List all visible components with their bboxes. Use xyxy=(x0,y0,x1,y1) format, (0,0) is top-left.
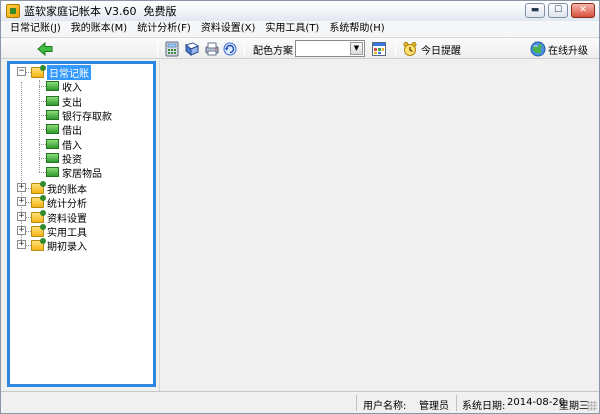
app-window: 蓝软家庭记帐本 V3.60 免费版 ▬ ☐ ✕ 日常记账(J) 我的账本(M) … xyxy=(0,0,600,414)
tree-node-label: 借入 xyxy=(62,140,82,152)
menu-my-ledger[interactable]: 我的账本(M) xyxy=(66,21,132,37)
tree-guide-line xyxy=(39,144,46,145)
tree-node-income[interactable]: 收入 xyxy=(46,79,82,94)
tree-node-label: 期初录入 xyxy=(47,241,87,253)
menu-statistics[interactable]: 统计分析(F) xyxy=(132,21,196,37)
tree-node-label: 收入 xyxy=(62,82,82,94)
tree-node-opening-entry[interactable]: 期初录入 xyxy=(31,237,87,253)
printer-icon[interactable] xyxy=(204,41,220,57)
tree-node-label: 银行存取款 xyxy=(62,111,112,123)
back-arrow-icon[interactable] xyxy=(37,41,53,57)
folder-icon xyxy=(31,194,46,208)
title-bar[interactable]: 蓝软家庭记帐本 V3.60 免费版 ▬ ☐ ✕ xyxy=(1,1,599,21)
tree-node-label: 我的账本 xyxy=(47,184,87,196)
folder-icon xyxy=(31,237,46,251)
tree-collapse-toggle[interactable]: − xyxy=(17,67,26,76)
calculator-icon[interactable] xyxy=(164,41,180,57)
status-bar: 用户名称: 管理员 系统日期: 2014-08-20 星期三 xyxy=(1,391,599,413)
tree-expand-toggle[interactable]: + xyxy=(17,197,26,206)
ledger-icon xyxy=(46,139,59,149)
tree-guide-line xyxy=(39,158,46,159)
tree-expand-toggle[interactable]: + xyxy=(17,226,26,235)
navigation-tree[interactable]: − 日常记账 收入 支出 银行存取款 借出 借入 投资 家居物品 + 我的账本 … xyxy=(7,61,156,387)
folder-icon xyxy=(31,223,46,237)
notebook-icon[interactable] xyxy=(184,41,200,57)
tree-expand-toggle[interactable]: + xyxy=(17,240,26,249)
tree-node-lend-out[interactable]: 借出 xyxy=(46,122,82,137)
tree-node-label: 资料设置 xyxy=(47,213,87,225)
user-name-label: 用户名称: xyxy=(363,401,407,412)
tree-node-household[interactable]: 家居物品 xyxy=(46,165,102,180)
tree-node-label: 投资 xyxy=(62,154,82,166)
tree-guide-line xyxy=(39,129,46,130)
folder-icon xyxy=(31,64,46,78)
toolbar-separator xyxy=(157,41,158,57)
menu-utilities[interactable]: 实用工具(T) xyxy=(260,21,324,37)
ledger-icon xyxy=(46,110,59,120)
globe-icon[interactable] xyxy=(530,41,546,57)
close-button[interactable]: ✕ xyxy=(571,3,595,18)
tree-guide-line xyxy=(39,115,46,116)
ledger-icon xyxy=(46,124,59,134)
system-date-label: 系统日期: xyxy=(462,401,506,412)
ledger-icon xyxy=(46,96,59,106)
main-content-area xyxy=(159,61,599,391)
user-name-value: 管理员 xyxy=(419,401,449,412)
tree-node-daily-accounting[interactable]: 日常记账 xyxy=(31,64,91,80)
tree-node-label: 支出 xyxy=(62,97,82,109)
ledger-icon xyxy=(46,81,59,91)
menu-help[interactable]: 系统帮助(H) xyxy=(324,21,389,37)
tree-guide-line xyxy=(39,86,46,87)
ledger-icon xyxy=(46,153,59,163)
chevron-down-icon[interactable]: ▼ xyxy=(350,42,363,55)
weekday-value: 星期三 xyxy=(559,401,589,412)
tree-expand-toggle[interactable]: + xyxy=(17,183,26,192)
status-separator xyxy=(356,395,357,411)
tree-node-bank[interactable]: 银行存取款 xyxy=(46,108,112,123)
tree-node-label: 日常记账 xyxy=(47,64,91,80)
menu-daily-accounting[interactable]: 日常记账(J) xyxy=(5,21,66,37)
toolbar-separator xyxy=(395,41,396,57)
tree-node-statistics[interactable]: 统计分析 xyxy=(31,194,87,210)
tree-node-label: 家居物品 xyxy=(62,168,102,180)
app-logo-icon xyxy=(6,4,20,18)
refresh-icon[interactable] xyxy=(222,41,238,57)
toolbar-separator xyxy=(244,41,245,57)
resize-grip[interactable] xyxy=(587,401,597,411)
tree-node-my-ledger[interactable]: 我的账本 xyxy=(31,180,87,196)
folder-icon xyxy=(31,180,46,194)
tree-expand-toggle[interactable]: + xyxy=(17,212,26,221)
maximize-button[interactable]: ☐ xyxy=(548,3,568,18)
online-upgrade-button[interactable]: 在线升级 xyxy=(548,42,588,57)
tree-node-expense[interactable]: 支出 xyxy=(46,94,82,109)
tree-node-label: 实用工具 xyxy=(47,227,87,239)
ledger-icon xyxy=(46,167,59,177)
system-date-value: 2014-08-20 xyxy=(507,397,566,408)
toolbar: 配色方案 ▼ 今日提醒 在线升级 xyxy=(1,37,599,59)
tree-node-label: 统计分析 xyxy=(47,198,87,210)
folder-icon xyxy=(31,209,46,223)
tree-guide-line xyxy=(39,172,46,173)
status-separator xyxy=(456,395,457,411)
today-reminder-button[interactable]: 今日提醒 xyxy=(421,42,461,57)
tree-node-data-settings[interactable]: 资料设置 xyxy=(31,209,87,225)
tree-node-investment[interactable]: 投资 xyxy=(46,151,82,166)
menu-data-settings[interactable]: 资料设置(X) xyxy=(196,21,261,37)
window-controls: ▬ ☐ ✕ xyxy=(525,3,595,18)
palette-grid-icon[interactable] xyxy=(371,41,387,57)
tree-guide-line xyxy=(39,101,46,102)
menu-bar: 日常记账(J) 我的账本(M) 统计分析(F) 资料设置(X) 实用工具(T) … xyxy=(1,21,599,37)
color-scheme-select[interactable]: ▼ xyxy=(295,40,365,57)
tree-node-utilities[interactable]: 实用工具 xyxy=(31,223,87,239)
minimize-button[interactable]: ▬ xyxy=(525,3,545,18)
tree-node-label: 借出 xyxy=(62,125,82,137)
color-scheme-label: 配色方案 xyxy=(253,46,293,57)
tree-node-borrow[interactable]: 借入 xyxy=(46,137,82,152)
alarm-clock-icon[interactable] xyxy=(402,41,418,57)
window-title: 蓝软家庭记帐本 V3.60 免费版 xyxy=(24,5,177,18)
